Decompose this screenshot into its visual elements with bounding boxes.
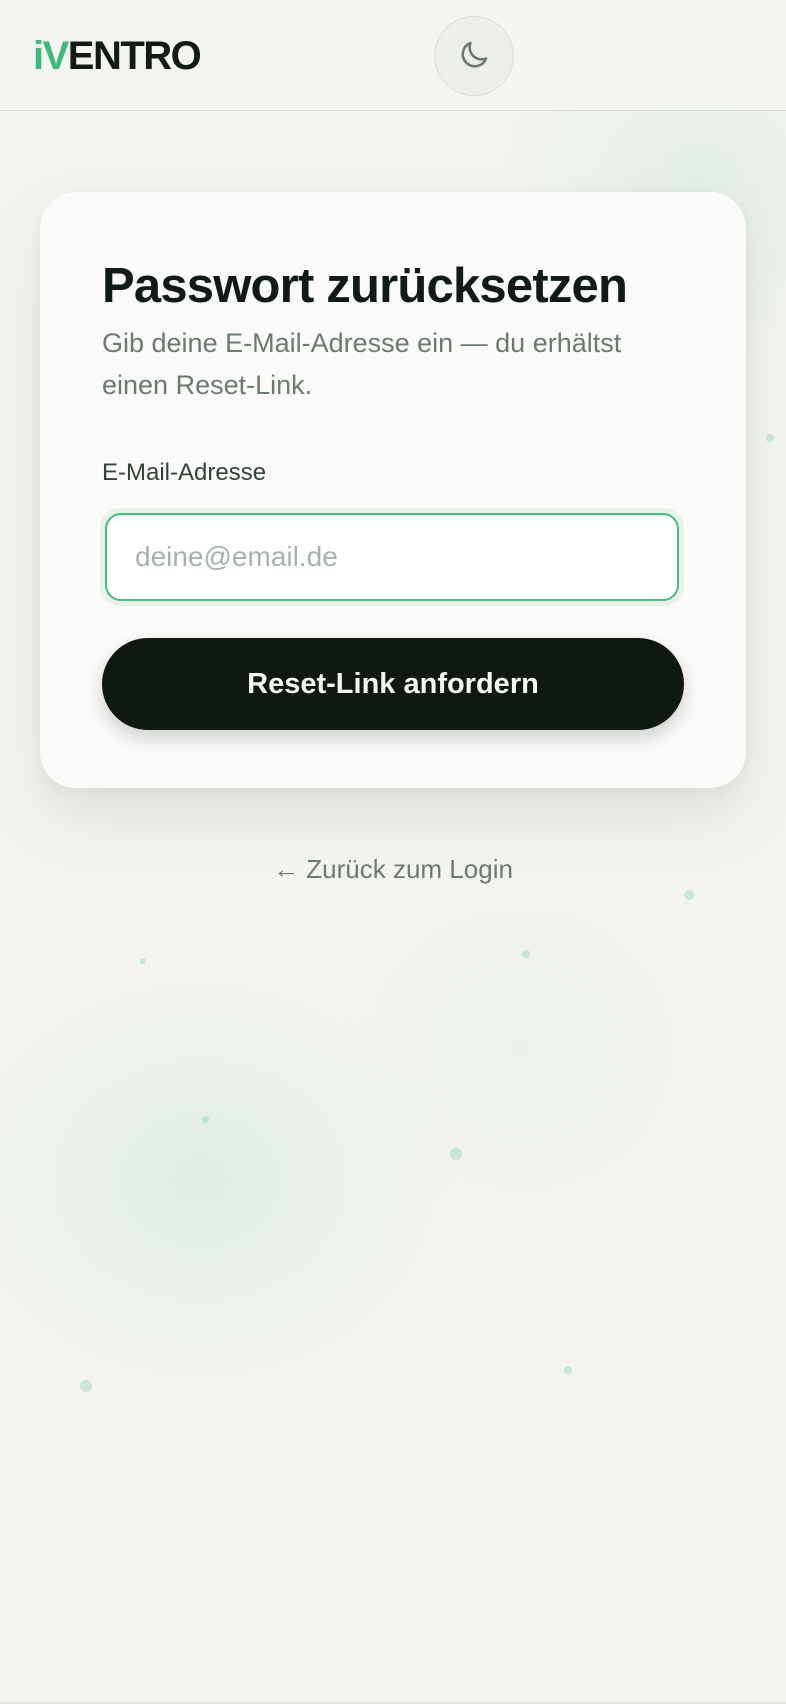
decorative-dot — [450, 1148, 462, 1160]
logo-text: ENTRO — [67, 34, 202, 78]
moon-icon — [457, 38, 491, 75]
email-label: E-Mail-Adresse — [102, 459, 267, 486]
decorative-dot — [684, 890, 694, 900]
reset-password-card: Passwort zurücksetzen Gib deine E-Mail-A… — [40, 192, 746, 788]
decorative-dot — [522, 950, 530, 958]
theme-toggle-button[interactable] — [434, 16, 514, 96]
decorative-dot — [202, 1116, 209, 1123]
decorative-dot — [140, 958, 146, 964]
page-subtitle: Gib deine E-Mail-Adresse ein — du erhält… — [102, 328, 622, 400]
email-field[interactable] — [105, 513, 679, 601]
page-title: Passwort zurücksetzen — [102, 259, 628, 313]
request-reset-link-button[interactable]: Reset-Link anfordern — [102, 638, 684, 730]
decorative-dot — [766, 434, 774, 442]
decorative-dot — [564, 1366, 572, 1374]
logo-accent: iV — [33, 34, 69, 78]
top-bar: iVENTRO — [0, 0, 786, 111]
decorative-dot — [80, 1380, 92, 1392]
logo[interactable]: iVENTRO — [33, 34, 202, 78]
back-to-login-link[interactable]: ← Zurück zum Login — [0, 852, 786, 886]
email-field-focus-ring — [100, 508, 684, 606]
